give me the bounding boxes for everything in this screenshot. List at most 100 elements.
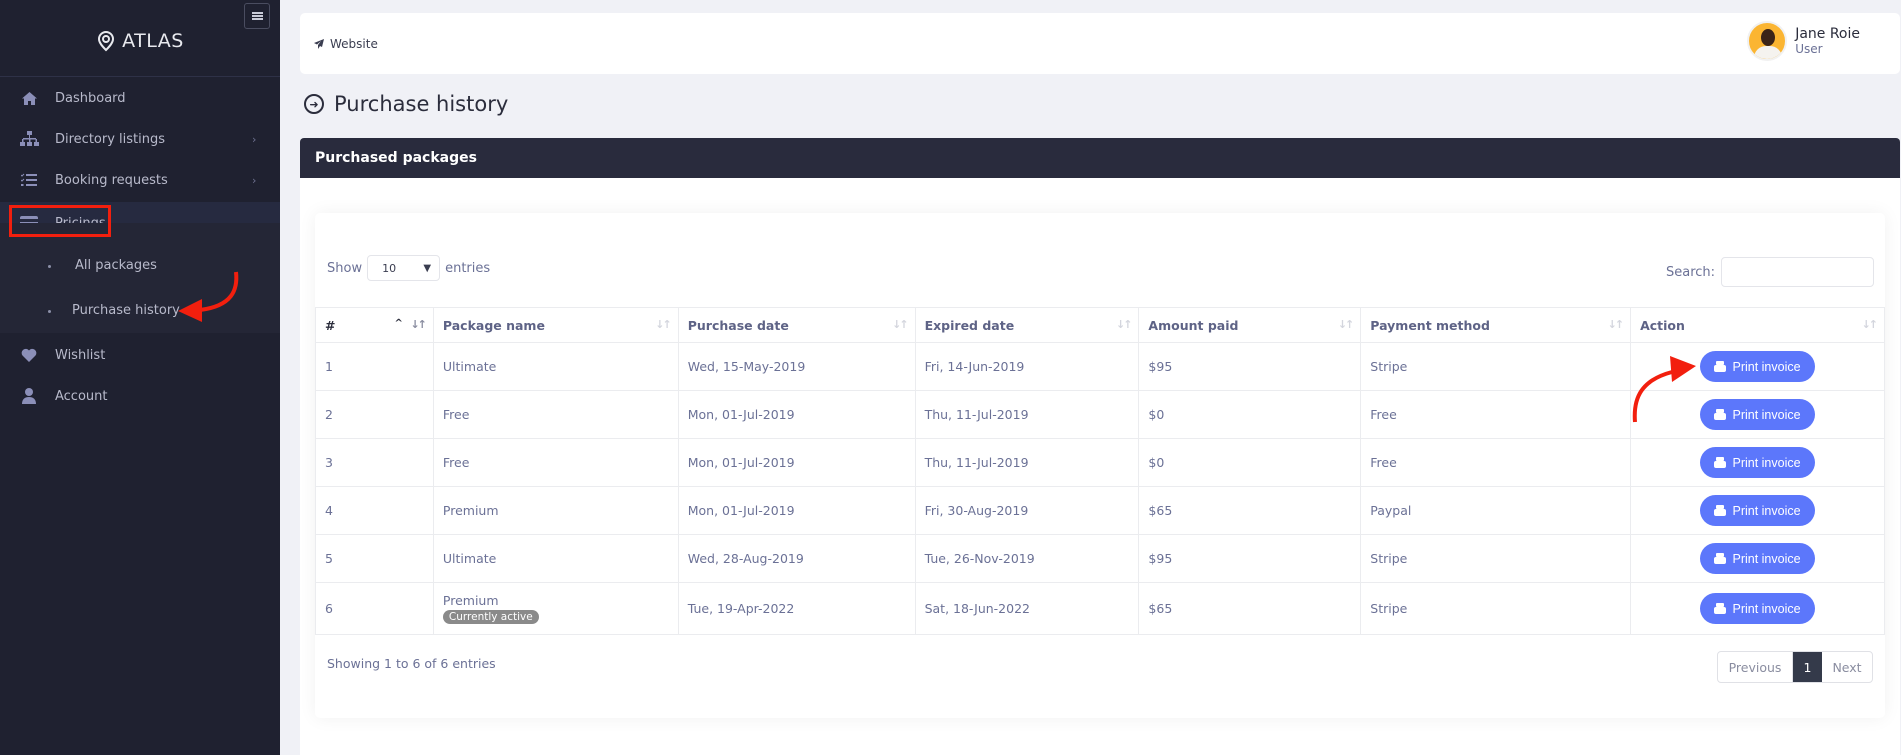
annotation-arrow-icon (1632, 356, 1696, 423)
package-name: Premium (442, 593, 499, 608)
entries-label: entries (445, 260, 491, 276)
logo[interactable]: ATLAS (0, 30, 280, 52)
sort-icon: ↓↑ (655, 318, 672, 331)
sidebar: ATLAS Dashboard Directory listings › Boo… (0, 0, 280, 755)
next-page-button[interactable]: Next (1822, 652, 1872, 682)
column-header-amount-paid[interactable]: Amount paid ↓↑ (1138, 307, 1362, 343)
sidebar-item-label: Wishlist (55, 347, 106, 363)
cell-package: Ultimate (432, 534, 679, 583)
print-invoice-button[interactable]: Print invoice (1700, 495, 1815, 526)
column-header-label: # (325, 317, 336, 333)
print-invoice-button[interactable]: Print invoice (1700, 399, 1815, 430)
heart-icon (19, 346, 39, 364)
sidebar-item-label: Account (55, 388, 108, 404)
column-header-payment-method[interactable]: Payment method ↓↑ (1360, 307, 1632, 343)
submenu-item-purchase-history[interactable]: Purchase history (72, 303, 180, 318)
table-row: 5 Ultimate Wed, 28-Aug-2019 Tue, 26-Nov-… (315, 534, 1885, 583)
website-link-label: Website (330, 37, 378, 51)
website-link[interactable]: Website (314, 37, 378, 51)
submenu-item-all-packages[interactable]: All packages (75, 258, 157, 273)
sidebar-toggle-button[interactable] (244, 3, 270, 29)
search-label: Search: (1666, 264, 1716, 280)
column-header-package-name[interactable]: Package name ↓↑ (432, 307, 679, 343)
search-input[interactable] (1721, 257, 1875, 287)
page-size-select[interactable]: 10 ▼ (367, 255, 441, 281)
map-pin-icon (98, 30, 115, 52)
print-invoice-button[interactable]: Print invoice (1700, 543, 1815, 574)
column-header-number[interactable]: # ^ ↓↑ (315, 307, 434, 343)
cell-action: Print invoice (1630, 486, 1885, 535)
status-badge: Currently active (442, 610, 539, 624)
show-entries: Show 10 ▼ entries (327, 255, 490, 281)
cell-number: 1 (315, 342, 434, 391)
column-header-label: Package name (442, 317, 545, 333)
sort-icon: ↓↑ (1337, 318, 1355, 331)
print-invoice-label: Print invoice (1732, 455, 1801, 470)
sort-icon: ↓↑ (1115, 318, 1133, 331)
cell-number: 4 (315, 486, 434, 535)
cell-purchase-date: Mon, 01-Jul-2019 (677, 438, 916, 487)
print-invoice-button[interactable]: Print invoice (1700, 351, 1815, 382)
sidebar-item-wishlist[interactable]: Wishlist (0, 335, 280, 375)
cell-purchase-date: Mon, 01-Jul-2019 (677, 390, 916, 439)
user-menu[interactable]: Jane Roie User (1747, 21, 1860, 61)
card-header: Purchased packages (300, 138, 1900, 178)
page-1-button[interactable]: 1 (1793, 652, 1822, 682)
previous-page-button[interactable]: Previous (1718, 652, 1793, 682)
sidebar-divider (0, 76, 280, 77)
cell-package: Free (432, 438, 679, 487)
cell-expired-date: Sat, 18-Jun-2022 (914, 582, 1140, 635)
cell-amount: $0 (1138, 390, 1362, 439)
sidebar-item-account[interactable]: Account (0, 376, 280, 416)
chevron-right-icon: › (252, 173, 257, 187)
logo-text: ATLAS (122, 30, 184, 52)
print-icon (1714, 603, 1727, 614)
column-header-label: Expired date (924, 317, 1015, 333)
print-icon (1714, 553, 1727, 564)
sidebar-item-label: Directory listings (55, 131, 166, 147)
cell-package: Free (432, 390, 679, 439)
bullet-icon (48, 310, 51, 313)
cell-action: Print invoice (1630, 534, 1885, 583)
table-row: 6 Premium Currently active Tue, 19-Apr-2… (315, 582, 1885, 635)
cell-package: Premium Currently active (432, 582, 679, 635)
print-icon (1714, 457, 1727, 468)
print-invoice-label: Print invoice (1732, 407, 1801, 422)
bullet-icon (48, 265, 51, 268)
print-invoice-label: Print invoice (1732, 503, 1801, 518)
table-header-row: # ^ ↓↑ Package name ↓↑ Purchase date ↓↑ Expi… (315, 307, 1885, 343)
sidebar-item-dashboard[interactable]: Dashboard (0, 78, 280, 118)
cell-action: Print invoice (1630, 438, 1885, 487)
column-header-expired-date[interactable]: Expired date ↓↑ (914, 307, 1140, 343)
cell-number: 2 (315, 390, 434, 439)
cell-method: Paypal (1360, 486, 1632, 535)
paper-plane-icon (314, 39, 324, 49)
cell-amount: $65 (1138, 486, 1362, 535)
cell-method: Free (1360, 390, 1632, 439)
print-invoice-label: Print invoice (1732, 359, 1801, 374)
cell-amount: $95 (1138, 534, 1362, 583)
table-row: 3 Free Mon, 01-Jul-2019 Thu, 11-Jul-2019… (315, 438, 1885, 487)
print-invoice-label: Print invoice (1732, 551, 1801, 566)
column-header-purchase-date[interactable]: Purchase date ↓↑ (677, 307, 916, 343)
sidebar-item-booking-requests[interactable]: Booking requests › (0, 160, 280, 200)
page-size-value: 10 (382, 261, 397, 275)
print-icon (1714, 409, 1727, 420)
sidebar-item-label: Booking requests (55, 172, 168, 188)
cell-expired-date: Thu, 11-Jul-2019 (914, 438, 1140, 487)
print-icon (1714, 505, 1727, 516)
cell-number: 3 (315, 438, 434, 487)
cell-amount: $95 (1138, 342, 1362, 391)
column-header-action[interactable]: Action ↓↑ (1630, 307, 1885, 343)
sidebar-item-label: Dashboard (55, 90, 126, 106)
print-invoice-button[interactable]: Print invoice (1700, 593, 1815, 624)
cell-amount: $0 (1138, 438, 1362, 487)
user-name: Jane Roie (1795, 26, 1860, 42)
sort-icon: ↓↑ (1861, 318, 1879, 331)
user-icon (19, 387, 39, 405)
annotation-arrow-icon (178, 271, 239, 322)
print-invoice-button[interactable]: Print invoice (1700, 447, 1815, 478)
print-invoice-label: Print invoice (1732, 601, 1801, 616)
sidebar-item-directory-listings[interactable]: Directory listings › (0, 119, 280, 159)
pagination: Previous 1 Next (1717, 651, 1873, 683)
